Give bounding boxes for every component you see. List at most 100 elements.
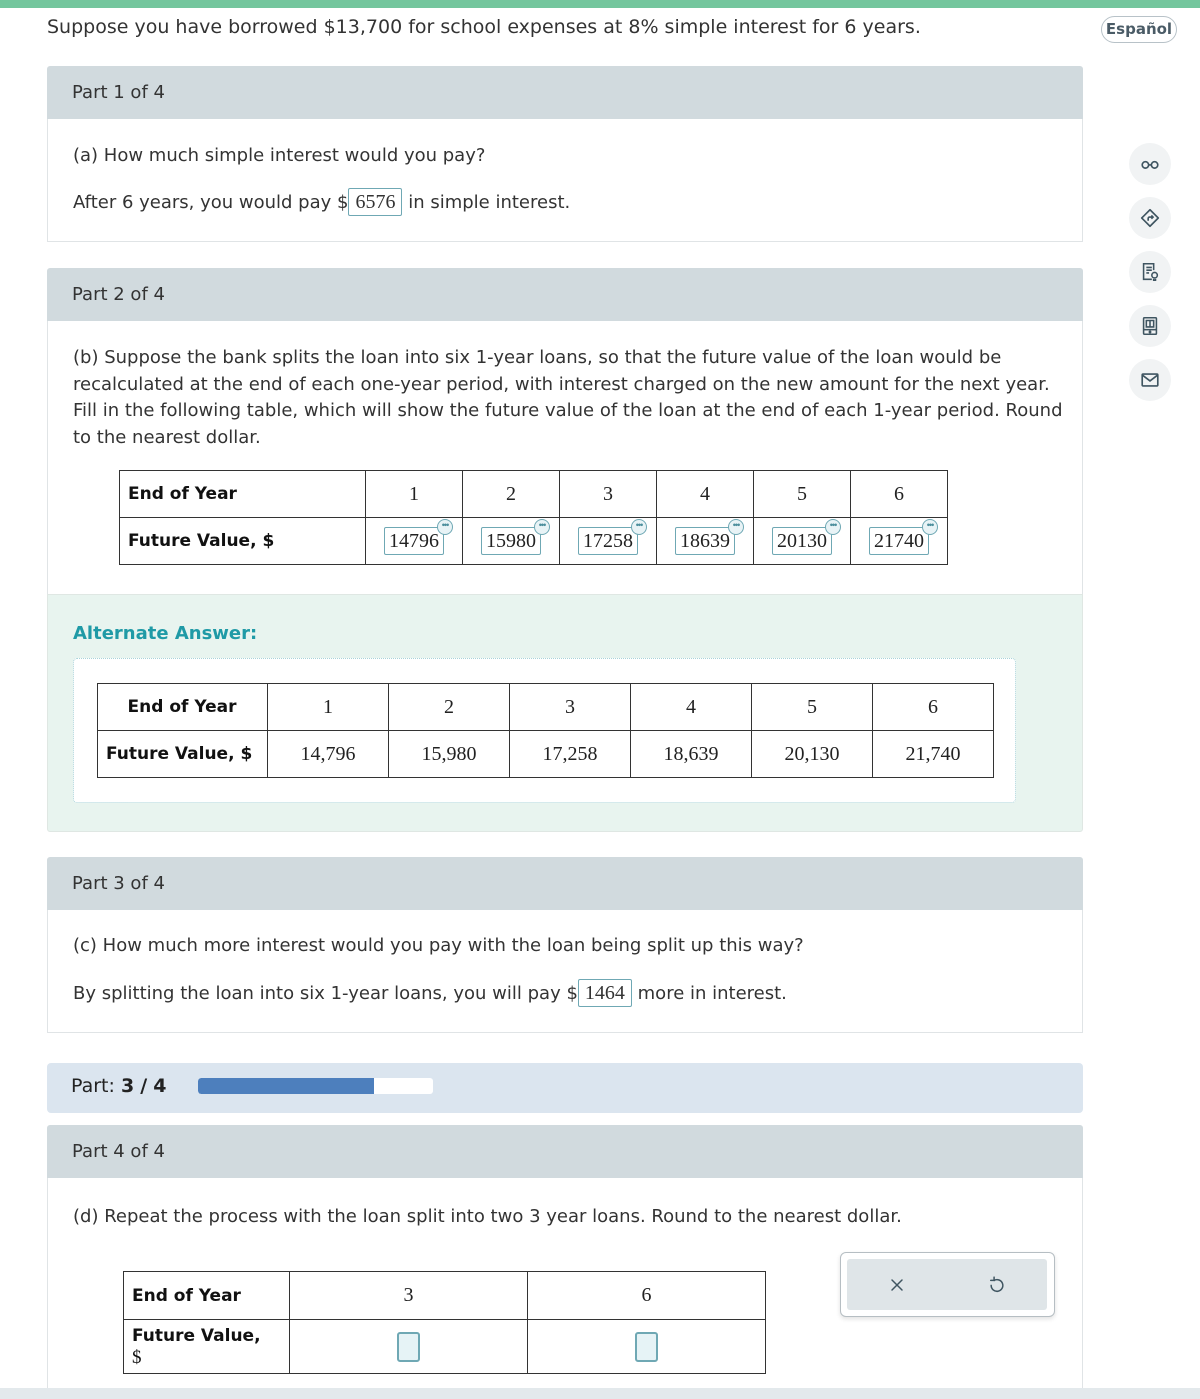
more-options-icon[interactable]: •••	[437, 519, 453, 535]
row-label-end-of-year: End of Year	[97, 683, 268, 731]
row-label-future-value: Future Value, $	[119, 517, 366, 565]
part-progress-bar-panel: Part: 3 / 4	[47, 1063, 1083, 1113]
future-value-cell	[527, 1319, 766, 1374]
future-value-text: 18639	[680, 530, 730, 552]
part-1-question: (a) How much simple interest would you p…	[73, 145, 486, 166]
future-value-cell: 14796 •••	[365, 517, 463, 565]
future-value-text: 20130	[777, 530, 827, 552]
year-cell: 1	[365, 470, 463, 518]
future-value-input-year-3[interactable]	[397, 1331, 420, 1362]
future-value-input[interactable]: 20130 •••	[772, 519, 841, 555]
part-4-question: (d) Repeat the process with the loan spl…	[73, 1206, 902, 1227]
part-2-question: (b) Suppose the bank splits the loan int…	[73, 347, 1063, 449]
table-row-values: Future Value, $	[123, 1319, 766, 1374]
part-1-answer-suffix: in simple interest.	[408, 192, 571, 213]
progress-separator: /	[140, 1075, 148, 1097]
year-cell: 6	[850, 470, 948, 518]
value-cell: 18,639	[630, 730, 752, 778]
part-3-answer-input[interactable]: 1464	[577, 979, 632, 1007]
progress-label-text: Part:	[71, 1075, 115, 1097]
year-cell: 1	[267, 683, 389, 731]
side-tool-ebook[interactable]	[1129, 305, 1171, 347]
future-value-cell: 21740 •••	[850, 517, 948, 565]
part-3-body: (c) How much more interest would you pay…	[47, 910, 1083, 1033]
row-label-future-value: Future Value, $	[97, 730, 268, 778]
x-icon	[891, 1278, 903, 1291]
year-cell: 3	[509, 683, 631, 731]
table-row-values: Future Value, $ 14796 ••• 15980 ••• 17258 •…	[119, 517, 948, 565]
value-cell: 20,130	[751, 730, 873, 778]
row-label-future-value-text: Future Value, $	[128, 531, 275, 551]
answer-action-group	[840, 1252, 1055, 1317]
row-label-future-value-line1: Future Value,	[132, 1325, 261, 1346]
future-value-input[interactable]: 15980 •••	[481, 519, 550, 555]
alternate-answer-box: End of Year 1 2 3 4 5 6 Future Value, $ …	[73, 658, 1016, 803]
part-3-header-text: Part 3 of 4	[72, 873, 165, 894]
part-3-question: (c) How much more interest would you pay…	[73, 935, 804, 956]
part-2-header-text: Part 2 of 4	[72, 284, 165, 305]
future-value-text: 17258	[583, 530, 633, 552]
value-cell: 14,796	[267, 730, 389, 778]
part-4-header-text: Part 4 of 4	[72, 1141, 165, 1162]
part-2-future-value-table: End of Year 1 2 3 4 5 6 Future Value, $ …	[119, 470, 948, 565]
more-options-icon[interactable]: •••	[631, 519, 647, 535]
progress-current: 3	[120, 1075, 135, 1097]
year-cell: 4	[656, 470, 754, 518]
year-cell: 6	[527, 1271, 766, 1320]
part-2-body: (b) Suppose the bank splits the loan int…	[47, 321, 1083, 595]
row-label-end-of-year: End of Year	[119, 470, 366, 518]
side-tool-hint[interactable]	[1129, 251, 1171, 293]
side-tool-mail[interactable]	[1129, 359, 1171, 401]
more-options-icon[interactable]: •••	[534, 519, 550, 535]
ebook-icon	[1142, 316, 1158, 336]
part-3-answer-prefix: By splitting the loan into six 1-year lo…	[73, 983, 578, 1004]
undo-button[interactable]	[947, 1259, 1047, 1310]
top-accent-bar	[0, 0, 1200, 8]
more-options-icon[interactable]: •••	[728, 519, 744, 535]
answer-action-bar	[847, 1259, 1047, 1310]
clear-button[interactable]	[847, 1259, 947, 1310]
row-label-end-of-year: End of Year	[123, 1271, 290, 1320]
row-label-future-value-line2: $	[132, 1346, 142, 1368]
hint-document-icon	[1142, 262, 1159, 282]
future-value-input-year-6[interactable]	[635, 1331, 658, 1362]
future-value-input[interactable]: 14796 •••	[384, 519, 453, 555]
alternate-answer-table: End of Year 1 2 3 4 5 6 Future Value, $ …	[97, 683, 994, 778]
progress-track	[198, 1078, 433, 1094]
year-cell: 5	[753, 470, 851, 518]
part-3-header: Part 3 of 4	[47, 857, 1083, 910]
future-value-cell: 20130 •••	[753, 517, 851, 565]
part-1-answer-line: After 6 years, you would pay $6576 in si…	[73, 188, 570, 216]
more-options-icon[interactable]: •••	[825, 519, 841, 535]
part-1-answer-prefix: After 6 years, you would pay $	[73, 192, 349, 213]
mail-icon	[1141, 373, 1159, 387]
future-value-cell	[289, 1319, 528, 1374]
part-1-header-text: Part 1 of 4	[72, 82, 165, 103]
bottom-bar	[0, 1388, 1200, 1399]
table-row-years: End of Year 3 6	[123, 1271, 766, 1320]
future-value-text: 14796	[389, 530, 439, 552]
future-value-input[interactable]: 18639 •••	[675, 519, 744, 555]
future-value-text: 21740	[874, 530, 924, 552]
table-row-years: End of Year 1 2 3 4 5 6	[119, 470, 948, 518]
table-row-years: End of Year 1 2 3 4 5 6	[97, 683, 994, 731]
future-value-input[interactable]: 21740 •••	[869, 519, 938, 555]
alternate-answer-panel: Alternate Answer: End of Year 1 2 3 4 5 …	[47, 594, 1083, 832]
side-tool-directions[interactable]	[1129, 197, 1171, 239]
part-2-header: Part 2 of 4	[47, 268, 1083, 321]
future-value-cell: 17258 •••	[559, 517, 657, 565]
undo-icon	[990, 1275, 1004, 1292]
espanol-language-button[interactable]: Español	[1101, 16, 1177, 43]
future-value-input[interactable]: 17258 •••	[578, 519, 647, 555]
side-tool-glasses[interactable]	[1129, 143, 1171, 185]
year-cell: 6	[872, 683, 994, 731]
future-value-cell: 18639 •••	[656, 517, 754, 565]
year-cell: 3	[559, 470, 657, 518]
progress-fill	[198, 1078, 375, 1094]
value-cell: 15,980	[388, 730, 510, 778]
part-3-answer-suffix: more in interest.	[637, 983, 787, 1004]
more-options-icon[interactable]: •••	[922, 519, 938, 535]
part-1-answer-input[interactable]: 6576	[348, 188, 403, 216]
part-4-future-value-table: End of Year 3 6 Future Value, $	[123, 1271, 766, 1374]
progress-label: Part: 3 / 4	[71, 1075, 166, 1097]
